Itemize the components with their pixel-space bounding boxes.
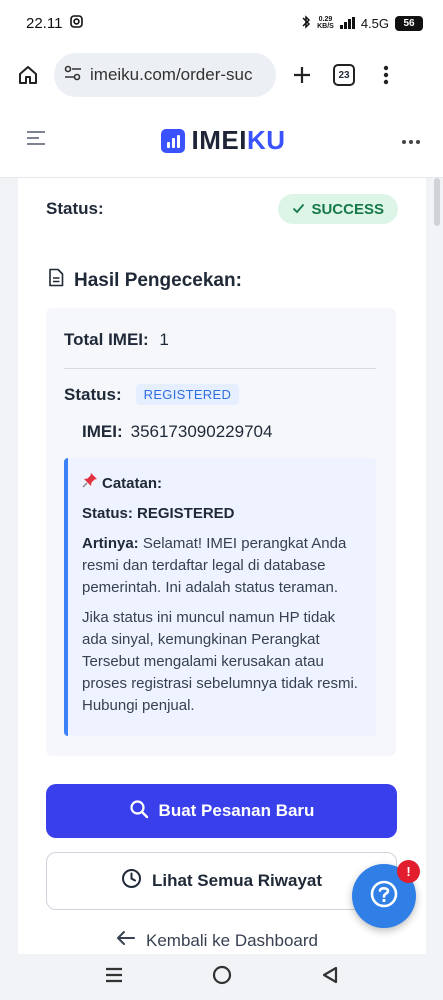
address-bar[interactable]: imeiku.com/order-suc	[54, 53, 276, 97]
document-icon	[48, 268, 64, 293]
battery-icon: 56	[395, 15, 423, 31]
total-imei-label: Total IMEI:	[64, 330, 149, 349]
search-icon	[129, 799, 149, 824]
question-icon	[369, 879, 399, 914]
note-title-text: Catatan:	[102, 474, 163, 492]
signal-icon	[339, 17, 355, 29]
imei-label: IMEI:	[82, 422, 123, 441]
order-status-label: Status:	[46, 199, 104, 218]
clock-icon	[121, 868, 142, 894]
divider	[64, 368, 376, 369]
recent-apps-icon[interactable]	[105, 967, 123, 988]
back-to-dashboard-label: Kembali ke Dashboard	[146, 930, 318, 950]
bluetooth-icon	[301, 14, 311, 32]
pushpin-icon	[82, 472, 98, 495]
imei-status-label: Status:	[64, 384, 122, 404]
network-type: 4.5G	[360, 15, 389, 31]
home-circle-icon[interactable]	[212, 965, 232, 990]
arrow-left-icon	[116, 930, 136, 951]
browser-toolbar: imeiku.com/order-suc 23	[0, 46, 443, 104]
order-result-card: Status: SUCCESS Hasil Pengecekan: Total …	[18, 178, 426, 990]
clock: 22.11	[26, 14, 63, 32]
tab-switcher-button[interactable]: 23	[328, 59, 360, 91]
check-icon	[292, 201, 305, 218]
total-imei-value: 1	[159, 330, 169, 349]
site-logo[interactable]: IMEI KU	[161, 125, 285, 156]
result-heading-text: Hasil Pengecekan:	[74, 269, 242, 291]
logo-icon	[161, 128, 186, 153]
more-options-icon[interactable]	[401, 132, 421, 150]
new-order-label: Buat Pesanan Baru	[158, 801, 315, 820]
note-meaning: Artinya: Selamat! IMEI perangkat Anda re…	[82, 533, 362, 599]
page-scrollbar[interactable]	[434, 178, 440, 226]
site-header: IMEI KU	[0, 104, 443, 178]
hamburger-menu-icon[interactable]	[26, 130, 46, 151]
network-speed: 0.29 KB/S	[317, 16, 334, 30]
result-box: Total IMEI: 1 Status: REGISTERED IMEI: 3…	[46, 308, 396, 756]
imei-status-row: Status: REGISTERED	[64, 384, 240, 405]
status-badge-text: SUCCESS	[311, 200, 384, 218]
android-status-bar: 22.11 0.29 KB/S 4.5G 56	[0, 0, 443, 46]
new-tab-icon[interactable]	[286, 59, 318, 91]
url-text: imeiku.com/order-suc	[90, 65, 253, 84]
back-triangle-icon[interactable]	[322, 966, 338, 989]
instagram-icon	[70, 14, 84, 32]
home-icon[interactable]	[12, 59, 44, 91]
note-box: Catatan: Status: REGISTERED Artinya: Sel…	[64, 458, 376, 736]
view-history-button[interactable]: Lihat Semua Riwayat	[46, 852, 397, 910]
site-settings-icon[interactable]	[64, 65, 82, 86]
notification-badge: !	[397, 860, 420, 883]
note-status-line: Status: REGISTERED	[82, 505, 235, 522]
tab-count: 23	[333, 64, 355, 86]
view-history-label: Lihat Semua Riwayat	[151, 871, 323, 890]
order-status-row: Status: SUCCESS	[46, 194, 398, 224]
note-meaning-label: Artinya:	[82, 535, 139, 552]
browser-menu-icon[interactable]	[370, 59, 402, 91]
android-nav-bar	[0, 954, 443, 1000]
note-warning: Jika status ini muncul namun HP tidak ad…	[82, 609, 358, 714]
back-to-dashboard-link[interactable]: Kembali ke Dashboard	[116, 930, 318, 951]
result-heading: Hasil Pengecekan:	[48, 268, 242, 293]
new-order-button[interactable]: Buat Pesanan Baru	[46, 784, 397, 838]
status-badge: SUCCESS	[278, 194, 398, 224]
total-imei-row: Total IMEI: 1	[64, 330, 169, 350]
imei-number: 356173090229704	[130, 422, 273, 441]
registered-badge: REGISTERED	[135, 384, 240, 405]
logo-text-primary: IMEI	[191, 125, 247, 155]
imei-row: IMEI: 356173090229704	[82, 422, 272, 442]
note-title: Catatan:	[82, 472, 362, 495]
logo-text-accent: KU	[246, 125, 286, 155]
